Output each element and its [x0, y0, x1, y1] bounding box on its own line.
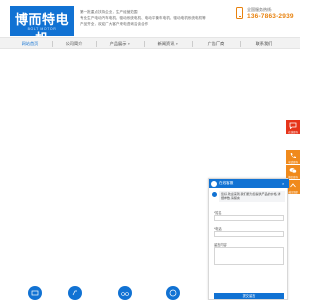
site-header: 博而特电机 BOLT MOTOR 第一批重点扶持企业，生产经营范围 专业生产电动…: [0, 0, 300, 47]
logo[interactable]: 博而特电机 BOLT MOTOR: [10, 6, 74, 47]
nav-divider: [52, 41, 53, 47]
close-icon[interactable]: ×: [282, 179, 284, 188]
chevron-down-icon: ▼: [175, 42, 179, 46]
motor-icon[interactable]: [28, 286, 42, 300]
hotline-number[interactable]: 136-7863-2939: [247, 13, 294, 20]
online-consult-label: 在线咨询: [288, 131, 298, 134]
nav-item-label: 网站首页: [21, 41, 39, 46]
nav-item-label: 产品展示: [109, 41, 127, 46]
chevron-down-icon: ▼: [127, 42, 131, 46]
scooter-icon[interactable]: [68, 286, 82, 300]
nav-item-products[interactable]: 产品展示▼: [98, 38, 142, 50]
nav-item-ads[interactable]: 广告厂商: [194, 38, 238, 50]
wechat-consult-button[interactable]: 微信咨询: [286, 165, 300, 179]
nav-item-label: 公司简介: [65, 41, 83, 46]
online-consult-button[interactable]: 在线咨询: [286, 120, 300, 134]
wechat-icon: [289, 168, 297, 174]
intro-line: 产品齐全，欢迎广大客户来电咨询洽谈合作: [80, 22, 149, 26]
phone-consult-label: 电话咨询: [288, 161, 298, 164]
chat-title: 在线客服: [219, 181, 234, 185]
wheel-icon[interactable]: [166, 286, 180, 300]
nav-item-contact[interactable]: 联系我们: [242, 38, 286, 50]
bike-icon[interactable]: [118, 286, 132, 300]
nav-divider: [144, 41, 145, 47]
name-field[interactable]: [214, 215, 284, 221]
nav-item-label: 新闻资讯: [157, 41, 175, 46]
arrow-up-icon: [290, 183, 296, 188]
nav-divider: [192, 41, 193, 47]
chat-icon: [289, 122, 297, 129]
message-textarea[interactable]: [214, 247, 284, 265]
chat-widget: 在线客服 × 您好,欢迎来到,我们能为您提供产品的价格,详细参数,请留言 *姓名…: [208, 178, 289, 300]
agent-avatar: [212, 192, 217, 197]
back-to-top-label: 返回顶部: [288, 191, 298, 194]
scooter-glyph: [72, 290, 77, 296]
nav-divider: [240, 41, 241, 47]
nav-item-label: 联系我们: [255, 41, 273, 46]
submit-button[interactable]: 提交留言: [214, 293, 284, 299]
phone-field[interactable]: [214, 231, 284, 237]
main-nav: 网站首页 公司简介 产品展示▼ 新闻资讯▼ 广告厂商 联系我们: [0, 37, 300, 49]
nav-item-about[interactable]: 公司简介: [54, 38, 94, 50]
nav-item-news[interactable]: 新闻资讯▼: [146, 38, 190, 50]
phone-consult-button[interactable]: 电话咨询: [286, 150, 300, 164]
nav-divider: [96, 41, 97, 47]
bike-glyph: [121, 292, 129, 296]
logo-subtext: BOLT MOTOR: [27, 27, 57, 31]
nav-item-label: 广告厂商: [207, 41, 225, 46]
welcome-message: 您好,欢迎来到,我们能为您提供产品的价格,详细参数,请留言: [219, 191, 285, 202]
phone-icon: [290, 153, 296, 159]
company-intro: 第一批重点扶持企业，生产经营范围 专业生产电动汽车电机、驱动系统电机、电动平衡车…: [80, 9, 230, 27]
agent-avatar: [211, 180, 217, 187]
nav-item-home[interactable]: 网站首页: [10, 38, 50, 50]
wheel-glyph: [169, 289, 177, 297]
chat-header: 在线客服 ×: [209, 179, 289, 188]
motor-glyph: [31, 290, 39, 296]
phone-icon: [236, 7, 243, 19]
